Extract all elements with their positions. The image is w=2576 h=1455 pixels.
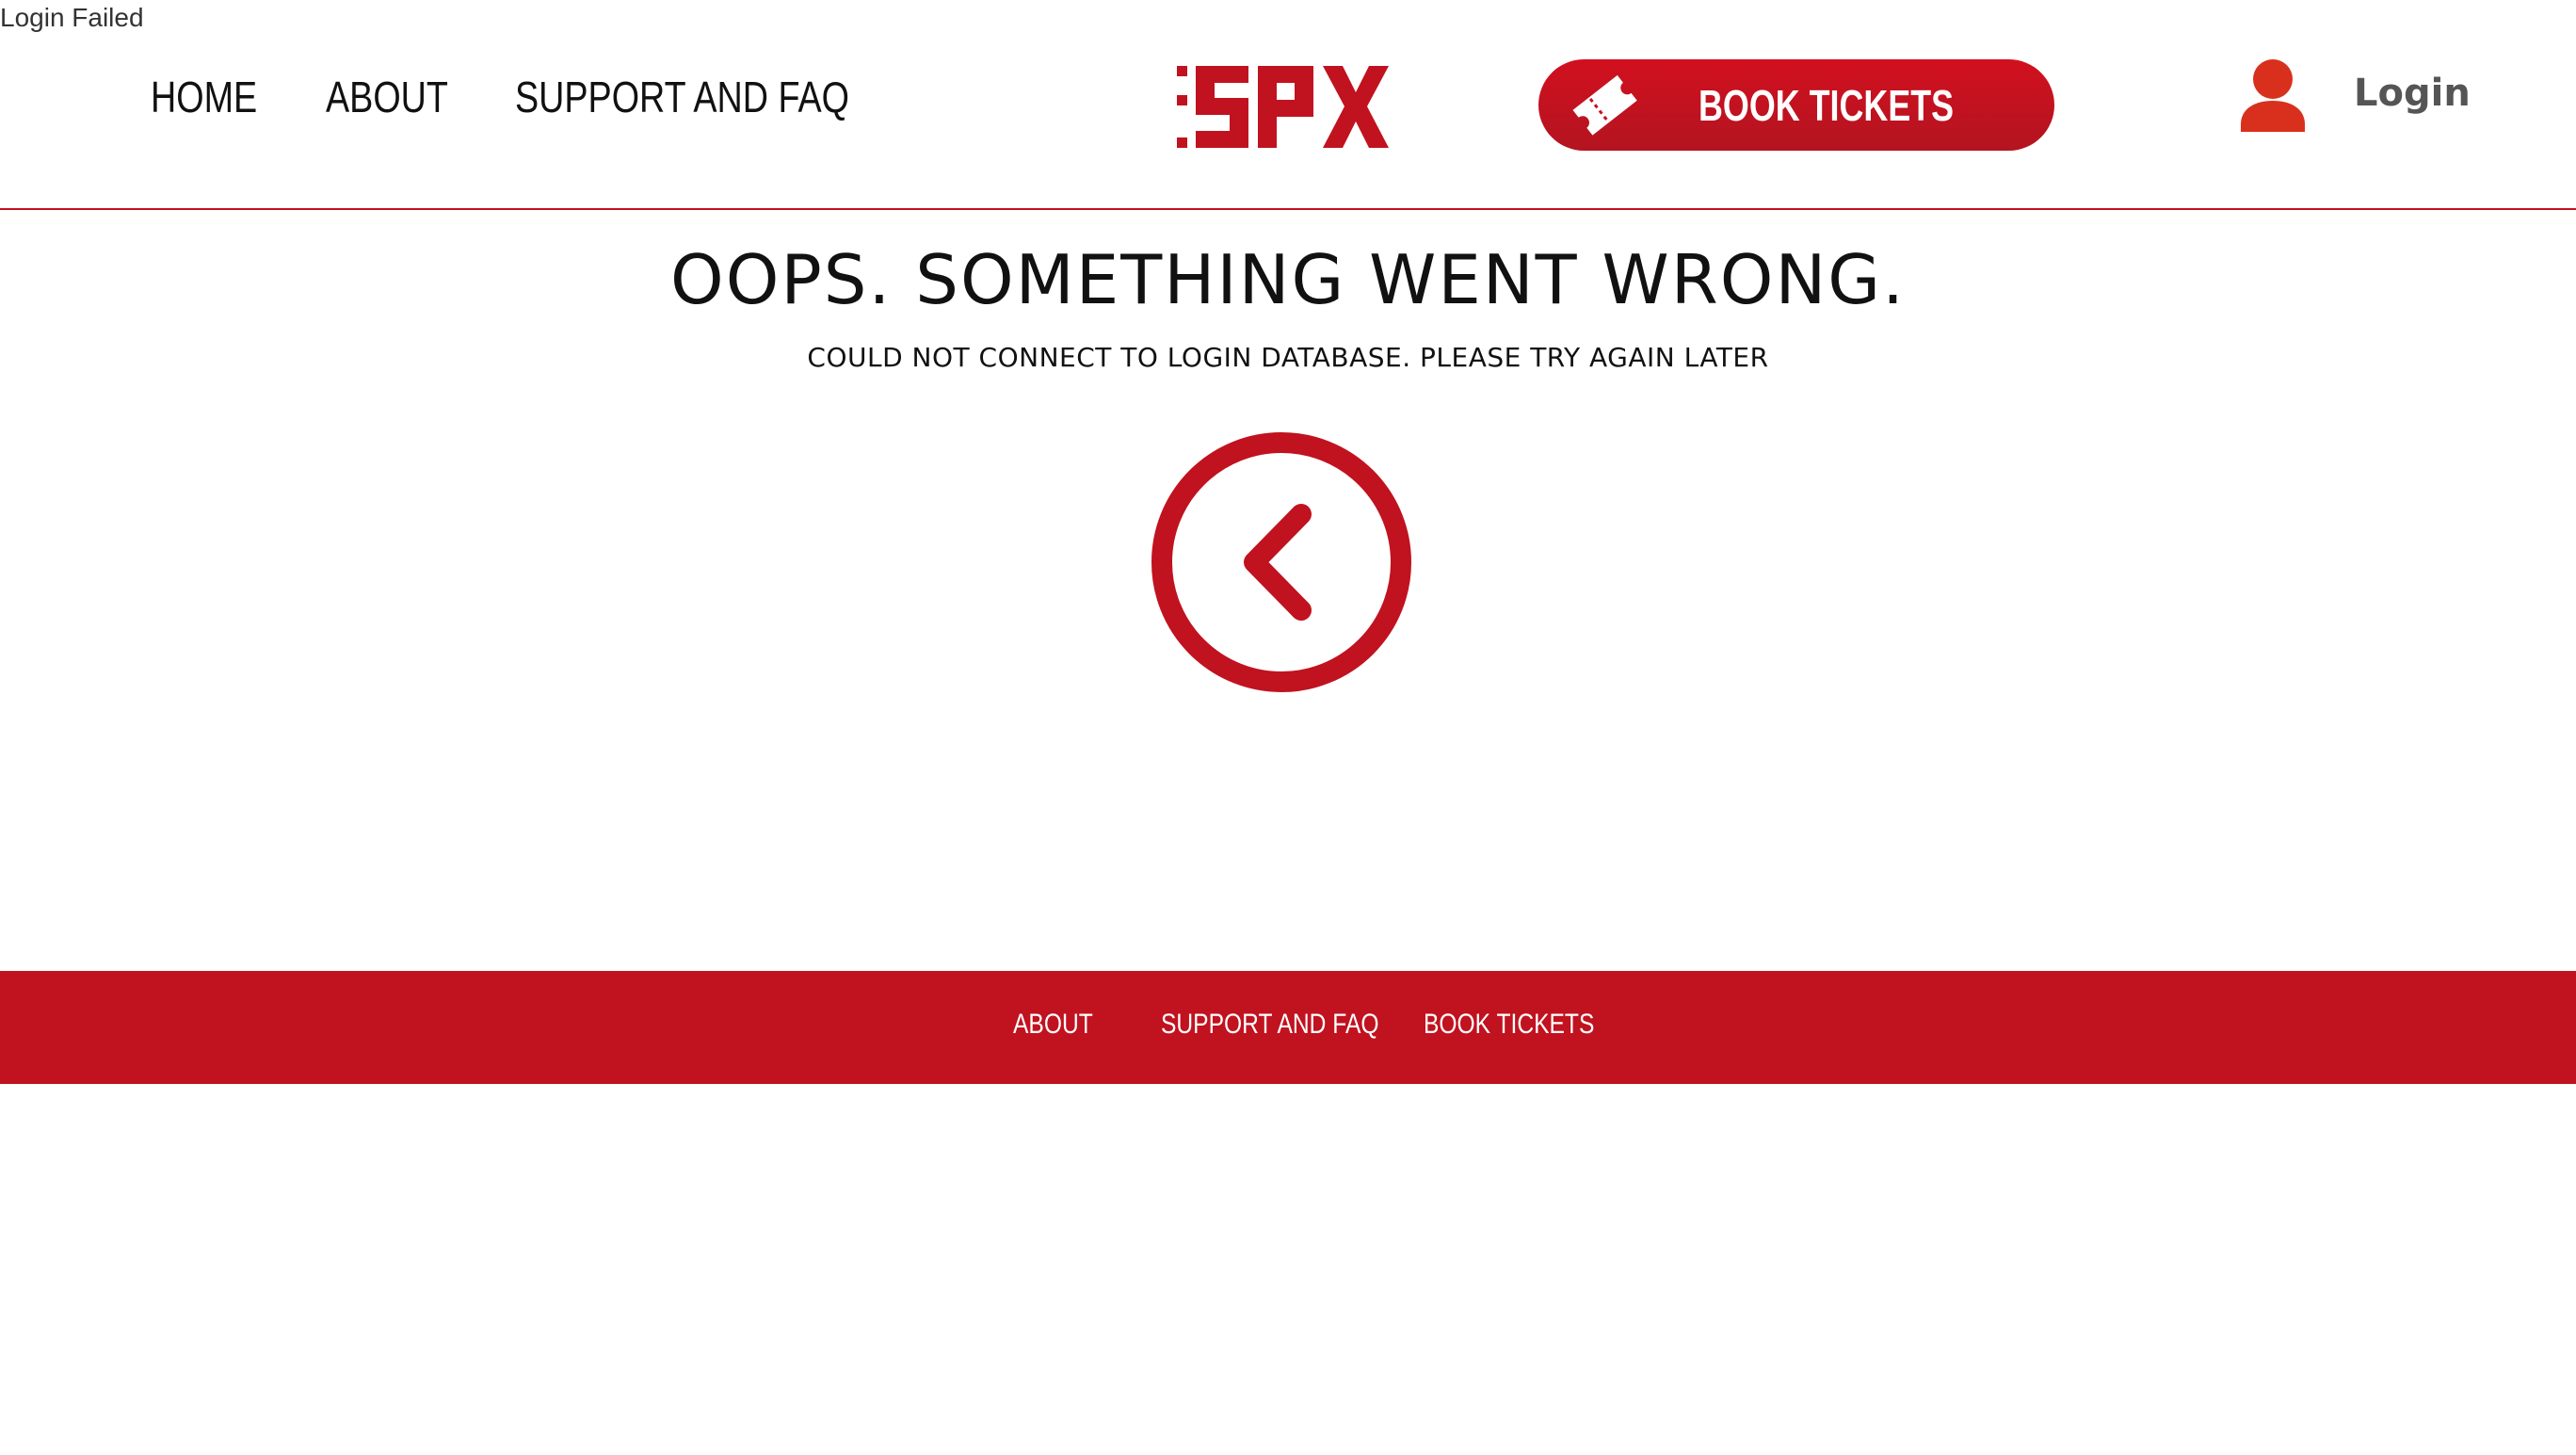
site-header: HOME ABOUT SUPPORT AND FAQ BOOK TICKETS … (0, 0, 2576, 210)
login-link[interactable]: Login (2237, 58, 2482, 143)
login-label: Login (2354, 72, 2471, 115)
nav-support-faq-link[interactable]: SUPPORT AND FAQ (515, 72, 849, 122)
error-content: OOPS. SOMETHING WENT WRONG. COULD NOT CO… (0, 210, 2576, 971)
site-footer: ABOUT SUPPORT AND FAQ BOOK TICKETS (0, 971, 2576, 1084)
footer-book-tickets-link[interactable]: BOOK TICKETS (1424, 1009, 1594, 1041)
error-message: COULD NOT CONNECT TO LOGIN DATABASE. PLE… (807, 342, 1769, 373)
ticket-icon (1572, 74, 1637, 136)
book-tickets-button[interactable]: BOOK TICKETS (1538, 59, 2054, 151)
footer-support-faq-link[interactable]: SUPPORT AND FAQ (1161, 1009, 1378, 1041)
error-title: OOPS. SOMETHING WENT WRONG. (670, 240, 1906, 319)
spx-logo[interactable] (1177, 62, 1389, 153)
back-chevron-icon[interactable] (1151, 431, 1412, 693)
nav-home-link[interactable]: HOME (151, 72, 257, 122)
book-tickets-label: BOOK TICKETS (1699, 81, 1955, 130)
user-icon (2241, 59, 2305, 132)
nav-about-link[interactable]: ABOUT (326, 72, 448, 122)
footer-about-link[interactable]: ABOUT (1013, 1009, 1093, 1041)
